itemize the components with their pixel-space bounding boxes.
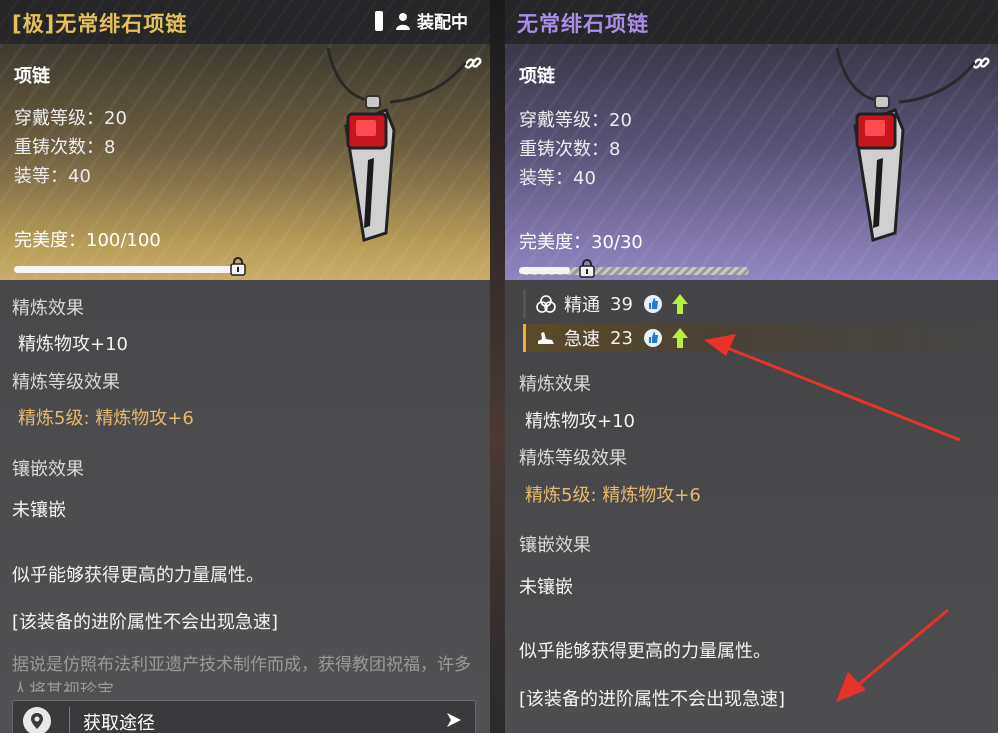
acquire-source-button[interactable]: 获取途径 [12, 700, 476, 733]
item-lore: 据说是仿照布法利亚遗产技术制作而成，获得教团祝福，许多人将其视珍宝。 [12, 655, 471, 692]
sub-attr-value: 39 [610, 293, 633, 315]
item-hero: 项链 穿戴等级：20 重铸次数：8 装等：40 完美度：100/100 [0, 44, 490, 280]
stat-gear-score: 装等：40 [14, 166, 91, 187]
item-title: [极]无常绯石项链 [12, 12, 188, 36]
necklace-image [326, 48, 466, 242]
inlay-value: 未镶嵌 [519, 577, 573, 598]
lock-icon [579, 259, 595, 278]
item-title: 无常绯石项链 [517, 12, 649, 36]
advanced-attr-note: [该装备的进阶属性不会出现急速] [12, 612, 279, 633]
refine-level-value: 精炼5级: 精炼物攻+6 [525, 485, 701, 506]
refine-effect-value: 精炼物攻+10 [525, 411, 635, 432]
equipped-marker-icon [375, 10, 383, 31]
sub-attr-value: 23 [610, 327, 633, 349]
item-hero: 项链 穿戴等级：20 重铸次数：8 装等：40 完美度：30/30 [505, 44, 998, 280]
perfection-bar [519, 267, 570, 274]
arrow-up-icon [671, 294, 688, 314]
refine-level-value: 精炼5级: 精炼物攻+6 [18, 408, 194, 429]
sub-attr-name: 精通 [564, 295, 600, 316]
stat-reforge-count: 重铸次数：8 [14, 137, 116, 158]
mastery-icon [536, 295, 556, 313]
sub-attr-mastery: 精通 39 [523, 290, 689, 318]
item-type: 项链 [519, 66, 555, 87]
perfection-label: 完美度：100/100 [14, 230, 161, 251]
advanced-attr-note: [该装备的进阶属性不会出现急速] [519, 689, 786, 710]
item-type: 项链 [14, 66, 50, 87]
haste-icon [538, 332, 554, 344]
perfection-label: 完美度：30/30 [519, 232, 643, 253]
item-description: 似乎能够获得更高的力量属性。 [12, 565, 264, 586]
acquire-source-label: 获取途径 [83, 713, 155, 733]
inlay-title: 镶嵌效果 [12, 459, 84, 480]
lock-icon [230, 257, 246, 276]
thumbs-up-icon [643, 295, 662, 313]
equipped-status: 装配中 [375, 8, 468, 33]
inlay-value: 未镶嵌 [12, 500, 66, 521]
stat-wear-level: 穿戴等级：20 [519, 110, 632, 131]
item-description: 似乎能够获得更高的力量属性。 [519, 641, 771, 662]
inlay-title: 镶嵌效果 [519, 535, 591, 556]
refine-effect-value: 精炼物攻+10 [18, 334, 128, 355]
location-pin-icon [23, 707, 51, 733]
left-title-bar: [极]无常绯石项链 装配中 [0, 0, 490, 44]
necklace-image [835, 48, 975, 242]
right-title-bar: 无常绯石项链 [505, 0, 998, 44]
thumbs-up-icon [643, 329, 662, 347]
sub-attr-name: 急速 [564, 329, 600, 350]
stat-reforge-count: 重铸次数：8 [519, 139, 621, 160]
arrow-up-icon [671, 328, 688, 348]
stat-wear-level: 穿戴等级：20 [14, 108, 127, 129]
perfection-bar [14, 266, 240, 273]
panel-gutter [490, 0, 505, 733]
refine-level-title: 精炼等级效果 [12, 372, 120, 393]
refine-level-title: 精炼等级效果 [519, 448, 627, 469]
sub-attr-haste: 急速 23 [523, 324, 996, 352]
left-item-panel: [极]无常绯石项链 装配中 项链 穿戴等级：20 重铸次数：8 装等：40 完美… [0, 0, 490, 733]
play-arrow-icon [447, 713, 461, 727]
equipped-label: 装配中 [417, 13, 468, 33]
stat-gear-score: 装等：40 [519, 168, 596, 189]
refine-effect-title: 精炼效果 [519, 374, 591, 395]
refine-effect-title: 精炼效果 [12, 298, 84, 319]
right-item-panel: 无常绯石项链 项链 穿戴等级：20 重铸次数：8 装等：40 完美度：30/30 [505, 0, 998, 733]
person-icon [396, 12, 410, 30]
divider [69, 707, 70, 733]
